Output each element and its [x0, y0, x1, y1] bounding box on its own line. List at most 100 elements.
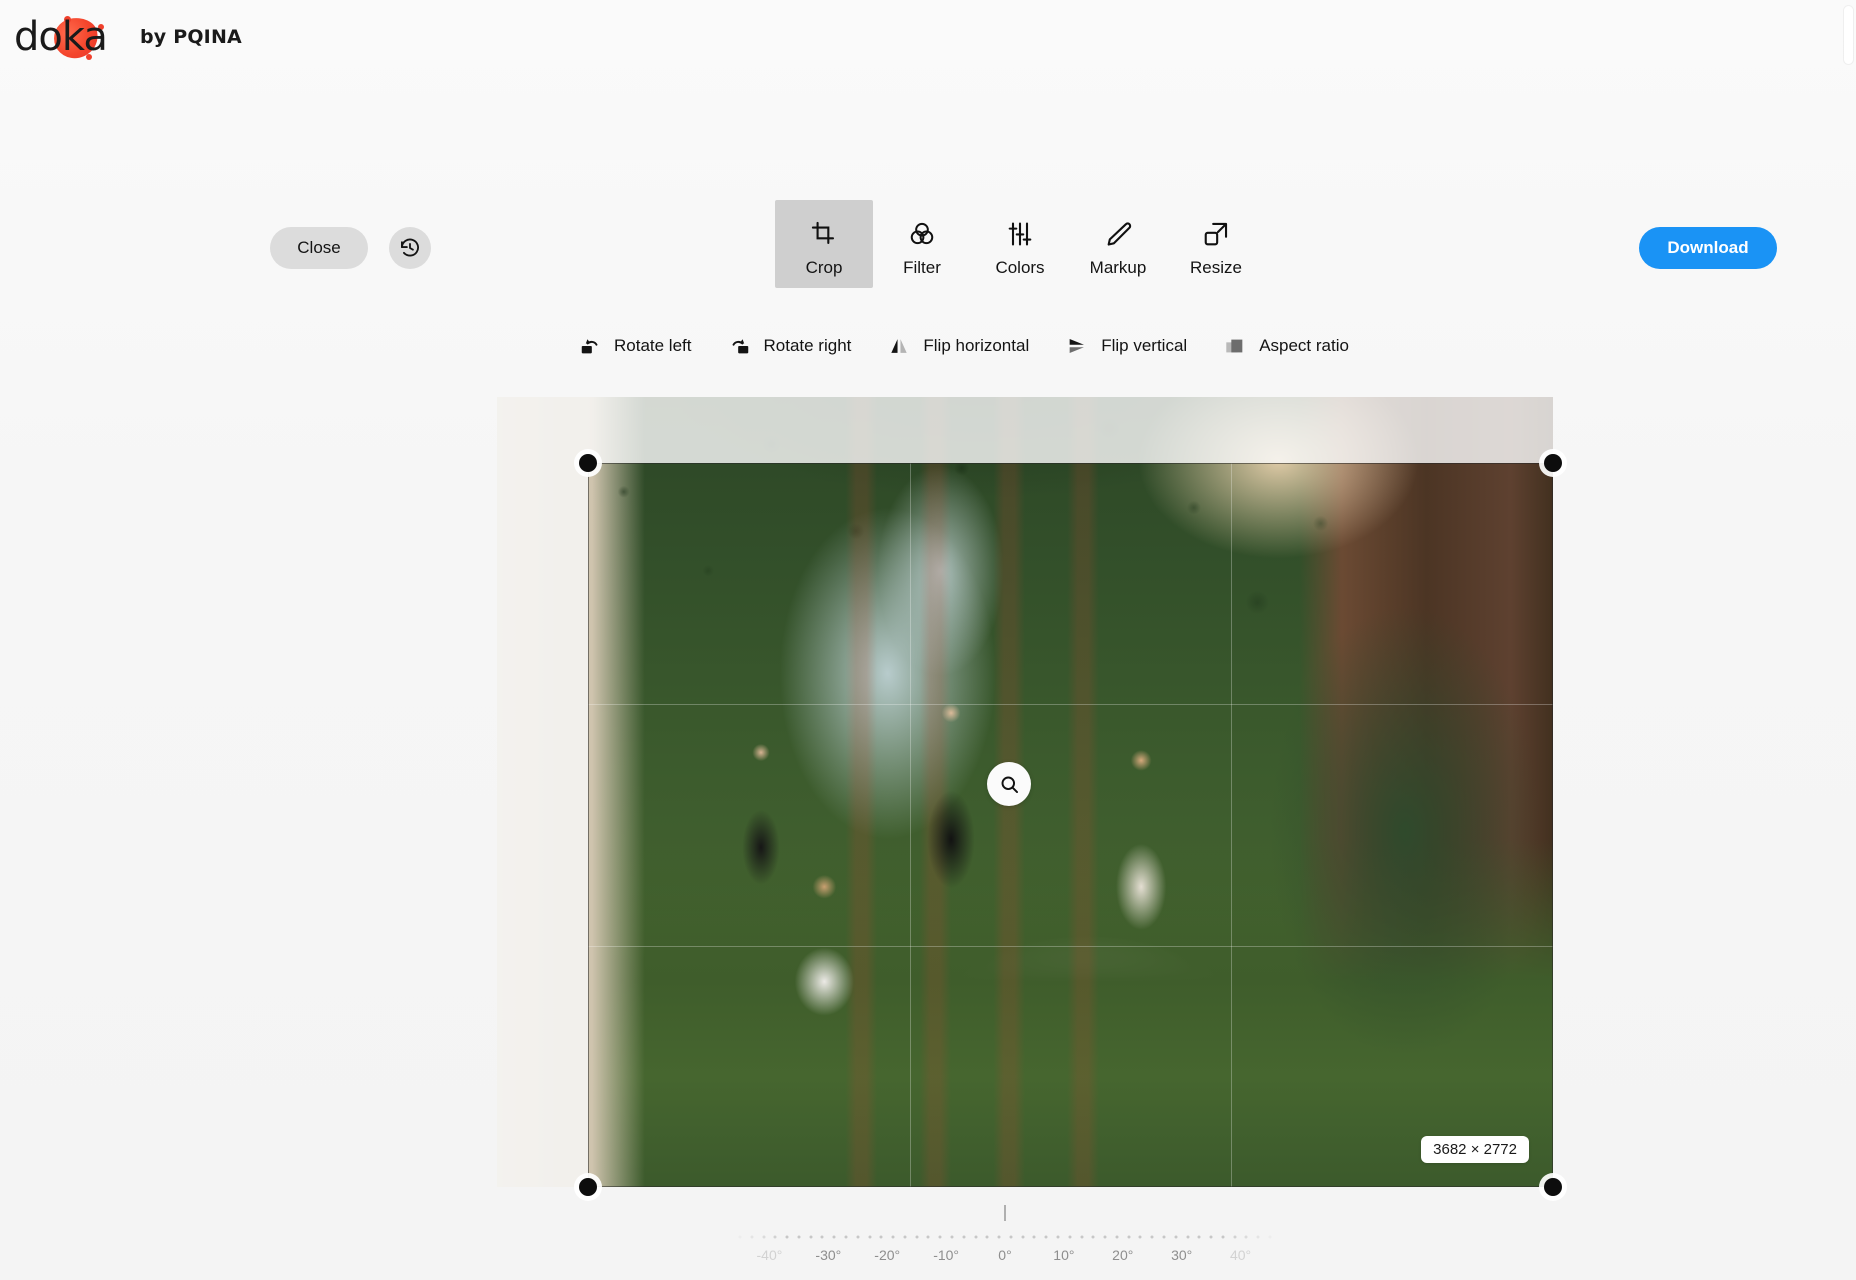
crop-icon: [809, 219, 839, 249]
rotation-tick-minor: [1244, 1235, 1248, 1239]
tab-label: Resize: [1190, 257, 1242, 277]
image-canvas[interactable]: 3682 × 2772: [497, 397, 1562, 1196]
tab-markup[interactable]: Markup: [1069, 200, 1167, 288]
rotation-tick-minor: [1174, 1235, 1178, 1239]
rotation-tick-minor: [1056, 1235, 1060, 1239]
rotate-right-button[interactable]: Rotate right: [720, 328, 880, 364]
magnifier-icon: [999, 774, 1020, 795]
filter-icon: [907, 219, 937, 249]
rotation-tick-minor: [868, 1235, 872, 1239]
rotation-label: -40°: [756, 1247, 783, 1263]
sliders-icon: [1005, 219, 1035, 249]
rotate-left-button[interactable]: Rotate left: [570, 328, 720, 364]
rotation-track[interactable]: [738, 1231, 1272, 1243]
rotation-tick-minor: [891, 1235, 895, 1239]
flip-horizontal-button[interactable]: Flip horizontal: [879, 328, 1057, 364]
rotation-center-indicator: [1004, 1205, 1006, 1221]
tab-label: Colors: [995, 257, 1045, 277]
rotation-tick-minor: [1256, 1235, 1260, 1239]
rotation-tick-minor: [762, 1235, 766, 1239]
logo-byline: by PQINA: [140, 26, 242, 48]
rotation-tick-minor: [926, 1235, 930, 1239]
tab-resize[interactable]: Resize: [1167, 200, 1265, 288]
app-logo: doka by PQINA: [14, 13, 242, 63]
tab-crop[interactable]: Crop: [775, 200, 873, 288]
rotation-tick-minor: [809, 1235, 813, 1239]
page-scrollbar[interactable]: [1844, 6, 1853, 64]
subtool-label: Flip vertical: [1101, 336, 1188, 355]
crop-handle-bottom-left[interactable]: [579, 1178, 597, 1196]
subtool-label: Aspect ratio: [1259, 336, 1349, 355]
crop-handle-bottom-right[interactable]: [1544, 1178, 1562, 1196]
subtool-label: Rotate left: [614, 336, 692, 355]
rotation-tick-minor: [879, 1235, 883, 1239]
crop-handle-top-right[interactable]: [1544, 454, 1562, 472]
rotation-tick-minor: [1221, 1235, 1225, 1239]
rotation-tick-minor: [962, 1235, 966, 1239]
tab-label: Markup: [1089, 257, 1147, 277]
image-size-badge: 3682 × 2772: [1421, 1136, 1529, 1163]
rotation-tick-minor: [950, 1235, 954, 1239]
flip-vertical-button[interactable]: Flip vertical: [1057, 328, 1215, 364]
tab-filter[interactable]: Filter: [873, 200, 971, 288]
rotation-tick-minor: [785, 1235, 789, 1239]
rotation-tick-minor: [797, 1235, 801, 1239]
tab-colors[interactable]: Colors: [971, 200, 1069, 288]
history-revert-icon: [399, 237, 421, 259]
aspect-ratio-button[interactable]: Aspect ratio: [1215, 328, 1377, 364]
rotation-tick-minor: [915, 1235, 919, 1239]
pencil-icon: [1103, 219, 1133, 249]
rotation-label: 40°: [1229, 1247, 1252, 1263]
rotation-label: -20°: [874, 1247, 901, 1263]
resize-icon: [1201, 219, 1231, 249]
rotation-tick-minor: [1044, 1235, 1048, 1239]
rotation-tick-minor: [1233, 1235, 1237, 1239]
tab-label: Filter: [903, 257, 941, 277]
rotation-tick-minor: [820, 1235, 824, 1239]
rotation-tick-minor: [985, 1235, 989, 1239]
logo-wordmark: doka: [14, 14, 108, 60]
rotation-tick-minor: [1209, 1235, 1213, 1239]
rotation-tick-minor: [1009, 1235, 1013, 1239]
rotation-tick-minor: [844, 1235, 848, 1239]
revert-history-button[interactable]: [389, 227, 431, 269]
tab-label: Crop: [805, 257, 843, 277]
rotation-tick-minor: [1150, 1235, 1154, 1239]
rotation-label: 10°: [1053, 1247, 1075, 1263]
rotation-label: 20°: [1112, 1247, 1134, 1263]
close-button[interactable]: Close: [270, 227, 368, 269]
rotation-tick-minor: [974, 1235, 978, 1239]
aspect-ratio-icon: [1223, 334, 1247, 358]
subtool-label: Rotate right: [763, 336, 852, 355]
rotation-slider[interactable]: -40° -30° -20° -10° 0° 10° 20° 30° 40°: [738, 1205, 1272, 1275]
rotation-tick-minor: [1186, 1235, 1190, 1239]
rotation-tick-minor: [750, 1235, 754, 1239]
rotation-label: 30°: [1171, 1247, 1193, 1263]
rotation-labels: -40° -30° -20° -10° 0° 10° 20° 30° 40°: [740, 1247, 1270, 1269]
rotation-tick-minor: [832, 1235, 836, 1239]
logo-mark: doka: [14, 13, 132, 63]
rotation-tick-minor: [1268, 1235, 1272, 1239]
cropped-photo: [588, 463, 1553, 1187]
rotation-tick-minor: [1162, 1235, 1166, 1239]
rotation-tick-minor: [1197, 1235, 1201, 1239]
crop-handle-top-left[interactable]: [579, 454, 597, 472]
rotation-tick-minor: [1068, 1235, 1072, 1239]
rotation-tick-minor: [738, 1235, 742, 1239]
rotation-tick-minor: [1032, 1235, 1036, 1239]
rotation-tick-minor: [1103, 1235, 1107, 1239]
rotation-tick-minor: [903, 1235, 907, 1239]
zoom-button[interactable]: [987, 762, 1031, 806]
rotation-tick-minor: [1127, 1235, 1131, 1239]
rotation-tick-minor: [938, 1235, 942, 1239]
rotation-tick-minor: [856, 1235, 860, 1239]
rotation-tick-minor: [773, 1235, 777, 1239]
doka-image-editor: doka by PQINA Close Download Crop Filter…: [0, 0, 1856, 1280]
rotation-tick-minor: [1021, 1235, 1025, 1239]
rotation-label: 0°: [998, 1247, 1012, 1263]
rotation-tick-minor: [1080, 1235, 1084, 1239]
download-button[interactable]: Download: [1639, 227, 1777, 269]
main-toolbar: Crop Filter Colors Markup Resize: [775, 200, 1265, 288]
crop-region[interactable]: [588, 463, 1553, 1187]
subtool-label: Flip horizontal: [923, 336, 1030, 355]
